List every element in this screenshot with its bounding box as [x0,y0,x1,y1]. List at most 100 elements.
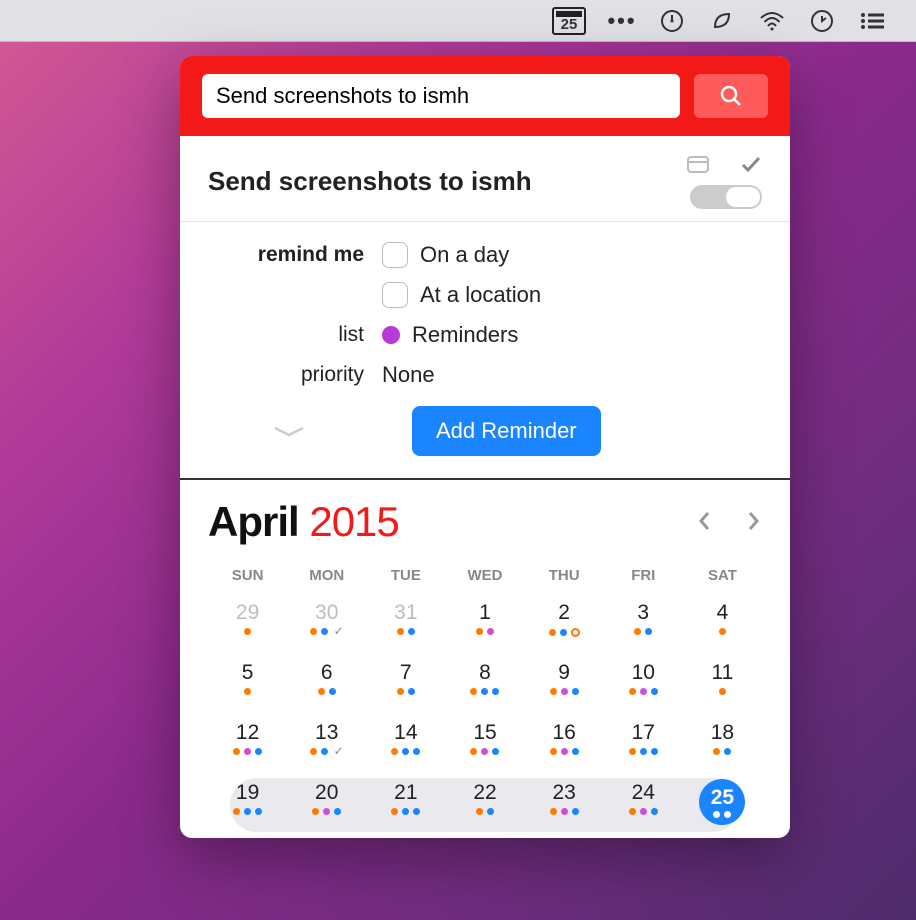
calendar-day[interactable]: 17 [604,718,683,778]
calendar-day[interactable]: 3 [604,598,683,658]
menubar-wifi-icon[interactable] [758,7,786,35]
event-dot [321,748,328,755]
calendar-title: April 2015 [208,498,399,546]
calendar-day[interactable]: 23 [525,778,604,838]
event-dot [550,688,557,695]
calendar-day[interactable]: 1 [445,598,524,658]
event-dot [549,629,556,636]
event-dot [634,628,641,635]
calendar-day[interactable]: 13✓ [287,718,366,778]
dow-label: SUN [208,564,287,598]
event-dot [481,748,488,755]
day-number: 23 [552,781,575,804]
event-dot [397,628,404,635]
priority-select[interactable]: None [382,362,435,388]
calendar-day[interactable]: 24 [604,778,683,838]
calendar-day[interactable]: 6 [287,658,366,718]
dow-label: SAT [683,564,762,598]
event-dot [408,628,415,635]
event-mode-icon[interactable] [686,154,710,179]
add-reminder-button[interactable]: Add Reminder [412,406,601,456]
menubar-more-icon[interactable]: ••• [608,7,636,35]
calendar-day[interactable]: 19 [208,778,287,838]
event-dot [310,628,317,635]
expand-chevron-icon[interactable] [214,424,364,438]
calendar-day[interactable]: 16 [525,718,604,778]
calendar-day[interactable]: 4 [683,598,762,658]
mode-toggle[interactable] [690,185,762,209]
search-button[interactable] [694,74,768,118]
day-number: 6 [321,661,333,684]
event-dot [476,628,483,635]
check-icon: ✓ [334,628,344,635]
calendar-day[interactable]: 2 [525,598,604,658]
calendar-prev-button[interactable] [696,509,712,536]
day-number: 10 [632,661,655,684]
event-dot [402,808,409,815]
day-number: 3 [637,601,649,624]
menubar-leaf-icon[interactable] [708,7,736,35]
calendar-day[interactable]: 9 [525,658,604,718]
event-dot [233,808,240,815]
event-dot [645,628,652,635]
calendar-day[interactable]: 8 [445,658,524,718]
search-input[interactable] [202,74,680,118]
calendar-day[interactable]: 5 [208,658,287,718]
event-dot [470,748,477,755]
day-number: 12 [236,721,259,744]
calendar-day[interactable]: 21 [366,778,445,838]
day-number: 29 [236,601,259,624]
calendar-day[interactable]: 22 [445,778,524,838]
dow-label: MON [287,564,366,598]
calendar-day[interactable]: 31 [366,598,445,658]
calendar-grid: SUNMONTUEWEDTHUFRISAT2930✓31123456789101… [208,564,762,838]
event-dot [408,688,415,695]
calendar-month: April [208,498,299,545]
calendar-day[interactable]: 10 [604,658,683,718]
list-select[interactable]: Reminders [382,322,518,348]
event-dot [244,748,251,755]
menubar-info-icon[interactable] [658,7,686,35]
event-dot [244,688,251,695]
day-number: 31 [394,601,417,624]
calendar: April 2015 SUNMONTUEWEDTHUFRISAT2930✓311… [180,480,790,838]
event-dot [312,808,319,815]
event-dot [640,688,647,695]
event-dot [255,748,262,755]
event-dot [561,688,568,695]
day-number: 17 [632,721,655,744]
event-dot [487,808,494,815]
calendar-day[interactable]: 11 [683,658,762,718]
day-number: 20 [315,781,338,804]
on-a-day-checkbox[interactable] [382,242,408,268]
event-dot [476,808,483,815]
search-bar [180,56,790,136]
menubar-calendar-icon[interactable]: 25 [552,7,586,35]
day-number: 8 [479,661,491,684]
day-number: 9 [558,661,570,684]
event-dot [640,748,647,755]
event-dot [550,748,557,755]
calendar-next-button[interactable] [746,509,762,536]
event-dot [233,748,240,755]
event-dot [481,688,488,695]
on-a-day-label: On a day [420,242,509,268]
calendar-day[interactable]: 14 [366,718,445,778]
calendar-year: 2015 [309,498,398,545]
calendar-day[interactable]: 15 [445,718,524,778]
calendar-today[interactable]: 25 [699,779,745,825]
calendar-day[interactable]: 12 [208,718,287,778]
at-location-checkbox[interactable] [382,282,408,308]
calendar-day[interactable]: 25 [683,778,762,838]
calendar-day[interactable]: 30✓ [287,598,366,658]
day-number: 21 [394,781,417,804]
calendar-day[interactable]: 7 [366,658,445,718]
reminder-mode-icon[interactable] [740,154,762,179]
menubar-list-icon[interactable] [858,7,886,35]
calendar-day[interactable]: 29 [208,598,287,658]
menubar-clock-icon[interactable] [808,7,836,35]
calendar-day[interactable]: 18 [683,718,762,778]
calendar-day[interactable]: 20 [287,778,366,838]
at-location-label: At a location [420,282,541,308]
event-dot [724,748,731,755]
